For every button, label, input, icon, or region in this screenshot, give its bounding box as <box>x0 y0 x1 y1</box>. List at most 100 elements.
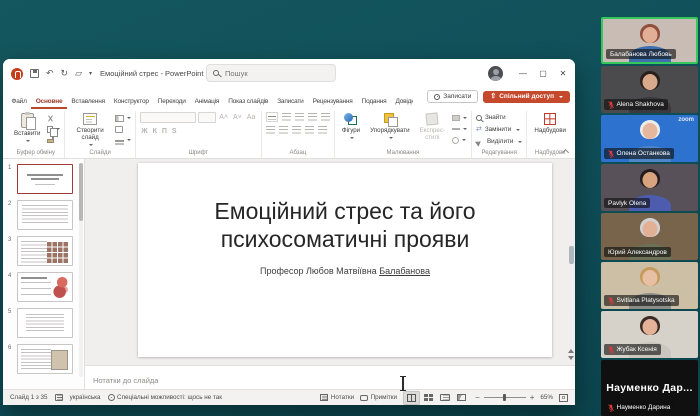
addins-button[interactable]: Надбудови <box>531 112 569 135</box>
columns-icon[interactable] <box>318 126 327 134</box>
comments-toggle-button[interactable]: Примітки <box>360 394 397 401</box>
minimize-button[interactable]: — <box>513 63 533 85</box>
slide-editor[interactable]: Емоційний стрес та його психосоматичні п… <box>138 163 552 357</box>
slide-thumbnail[interactable]: 5 <box>3 306 84 340</box>
new-slide-button[interactable]: Створити слайд <box>69 112 110 148</box>
indent-increase-icon[interactable] <box>308 113 317 121</box>
search-box[interactable] <box>206 64 336 82</box>
ribbon-tab[interactable]: Файл <box>7 94 31 109</box>
align-center-icon[interactable] <box>279 126 288 134</box>
quick-styles-button[interactable]: Експрес-стилі <box>417 112 448 142</box>
clear-format-icon[interactable]: Aa <box>245 113 257 123</box>
ribbon-tab[interactable]: Конструктор <box>109 94 153 109</box>
font-style-button[interactable]: К <box>151 127 158 137</box>
justify-icon[interactable] <box>305 126 314 134</box>
ribbon-tab[interactable]: Показ слайдів <box>224 94 273 109</box>
zoom-out-button[interactable]: − <box>475 394 480 402</box>
font-size-select[interactable] <box>198 112 216 123</box>
indent-decrease-icon[interactable] <box>295 113 304 121</box>
line-spacing-icon[interactable] <box>321 113 330 121</box>
layout-button[interactable] <box>115 114 131 122</box>
zoom-in-button[interactable]: + <box>530 394 535 402</box>
participant-tile[interactable]: Юрий Александров <box>601 213 698 260</box>
ribbon-tab[interactable]: Вставлення <box>67 94 110 109</box>
account-avatar[interactable] <box>488 66 503 81</box>
participant-tile[interactable]: zoom Олена Останкова <box>601 115 698 162</box>
previous-slide-icon[interactable] <box>568 346 574 353</box>
save-icon[interactable] <box>30 69 39 78</box>
close-button[interactable]: ✕ <box>553 63 573 85</box>
slide-thumbnail[interactable]: 6 <box>3 342 84 376</box>
font-style-button[interactable]: П <box>160 127 168 137</box>
ribbon-tab[interactable]: Переходи <box>153 94 190 109</box>
slide-counter[interactable]: Слайд 1 з 35 <box>10 394 48 401</box>
notes-toggle-button[interactable]: Нотатки <box>320 394 354 401</box>
font-name-select[interactable] <box>140 112 196 123</box>
zoom-slider[interactable] <box>484 397 526 398</box>
start-slideshow-icon[interactable]: ▱ <box>75 69 82 78</box>
shape-fill-button[interactable] <box>452 114 467 122</box>
language-button[interactable]: українська <box>70 394 101 401</box>
ribbon-tab[interactable]: Рецензування <box>308 94 357 109</box>
ribbon-tab[interactable]: Довідка <box>391 94 413 109</box>
search-input[interactable] <box>223 68 323 79</box>
participant-tile[interactable]: Балабанова Любовь <box>601 17 698 64</box>
bullets-icon[interactable] <box>266 112 278 122</box>
align-left-icon[interactable] <box>266 126 275 134</box>
paste-button[interactable]: Вставити <box>11 112 43 144</box>
format-painter-button[interactable] <box>47 136 60 144</box>
shapes-button[interactable]: Фігури <box>339 112 363 141</box>
redo-icon[interactable]: ↻ <box>61 69 69 78</box>
font-style-button[interactable]: Ж <box>140 127 149 137</box>
participant-tile[interactable]: Pavlyk Olena <box>601 164 698 211</box>
normal-view-button[interactable] <box>403 391 420 405</box>
proofing-icon[interactable] <box>55 394 63 401</box>
find-button[interactable]: Знайти <box>476 112 522 123</box>
copy-button[interactable] <box>47 125 60 133</box>
fit-to-window-icon[interactable] <box>559 394 568 402</box>
slide-subtitle[interactable]: Професор Любов Матвіївна Балабанова <box>260 266 430 276</box>
slide-sorter-view-button[interactable] <box>421 392 436 404</box>
numbering-icon[interactable] <box>282 113 291 121</box>
slide-title[interactable]: Емоційний стрес та його психосоматичні п… <box>165 197 525 253</box>
accessibility-status[interactable]: Спеціальні можливості: щось не так <box>108 394 223 401</box>
restore-button[interactable]: ▢ <box>533 63 553 85</box>
slide-thumbnail[interactable]: 3 <box>3 234 84 268</box>
ribbon-tab[interactable]: Основне <box>31 94 67 109</box>
share-button[interactable]: ⇧ Спільний доступ <box>483 91 570 103</box>
slide-thumbnail[interactable]: 4 <box>3 270 84 304</box>
record-button[interactable]: Записати <box>427 90 478 103</box>
arrange-button[interactable]: Упорядкувати <box>367 112 412 141</box>
canvas-scrollbar[interactable] <box>569 161 574 349</box>
participant-tile[interactable]: Alena Shakhova <box>601 66 698 113</box>
ribbon-tab[interactable]: Анімація <box>190 94 224 109</box>
shape-effects-button[interactable] <box>452 136 467 144</box>
participant-tile[interactable]: Жубак Ксенія <box>601 311 698 358</box>
select-button[interactable]: Виділити <box>476 136 522 147</box>
participant-tile[interactable]: Svitlana Platysotska <box>601 262 698 309</box>
customize-qat-icon[interactable]: ▾ <box>89 70 92 77</box>
reset-button[interactable] <box>115 125 131 133</box>
notes-pane[interactable]: Нотатки до слайда <box>85 365 575 389</box>
ribbon-tab[interactable]: Подання <box>357 94 391 109</box>
cut-button[interactable] <box>47 114 60 122</box>
replace-button[interactable]: ⇄ Замінити <box>476 124 522 135</box>
reading-view-button[interactable] <box>437 392 453 403</box>
font-style-button[interactable]: S <box>170 127 178 137</box>
participant-tile[interactable]: Науменко Дар... Науменко Дарина <box>601 360 698 416</box>
ribbon-tab[interactable]: Записати <box>273 94 308 109</box>
decrease-font-icon[interactable]: A˅ <box>232 113 244 123</box>
slideshow-button[interactable] <box>454 392 469 403</box>
zoom-percent[interactable]: 65% <box>540 394 553 401</box>
shape-outline-button[interactable] <box>452 125 467 133</box>
section-button[interactable] <box>115 136 131 144</box>
undo-icon[interactable]: ↶ <box>46 69 54 78</box>
slide-thumbnail[interactable]: 1 <box>3 162 84 196</box>
align-right-icon[interactable] <box>292 126 301 134</box>
thumbnail-scrollbar[interactable] <box>79 163 83 377</box>
next-slide-icon[interactable] <box>568 356 574 363</box>
collapse-ribbon-icon[interactable] <box>562 149 569 154</box>
increase-font-icon[interactable]: A˄ <box>218 113 230 123</box>
slide-thumbnail[interactable]: 2 <box>3 198 84 232</box>
powerpoint-logo-icon[interactable] <box>11 68 23 80</box>
